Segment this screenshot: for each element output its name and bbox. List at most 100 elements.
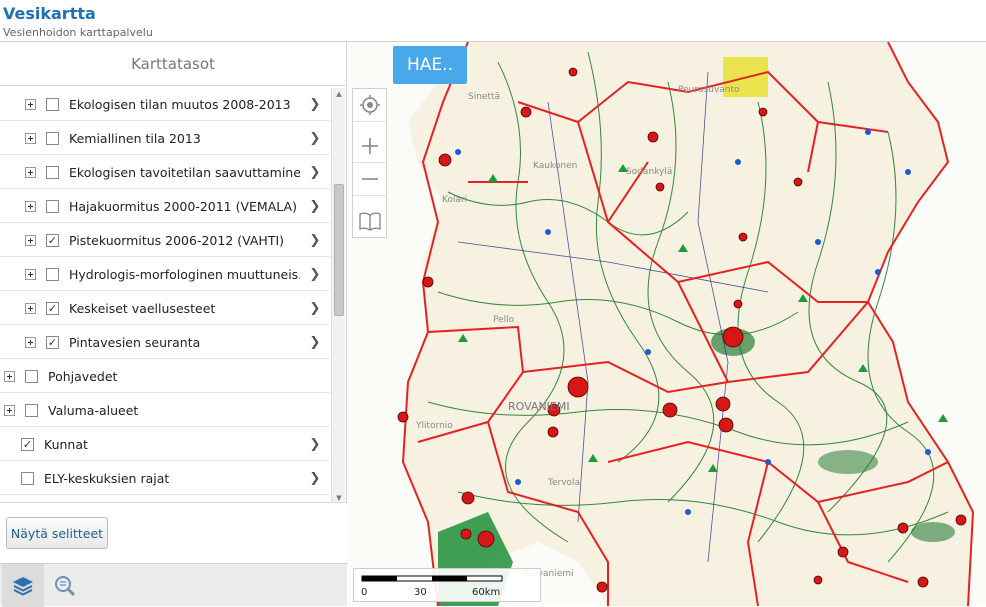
layer-checkbox[interactable] bbox=[46, 97, 59, 111]
expand-icon[interactable] bbox=[25, 132, 36, 144]
legend-book-icon bbox=[358, 212, 381, 231]
layer-row[interactable]: Hydrologis-morfologinen muuttuneis... ❯ bbox=[0, 258, 330, 291]
map-view[interactable]: ROVANIEMI Sodankylä Kaukonen Kolari Ylit… bbox=[348, 42, 986, 606]
layer-row[interactable]: ✓ Kunnat ❯ bbox=[0, 428, 330, 461]
layer-checkbox[interactable]: ✓ bbox=[21, 437, 34, 451]
chevron-right-icon[interactable]: ❯ bbox=[300, 335, 330, 350]
layer-checkbox[interactable] bbox=[25, 369, 38, 383]
layer-label: Kunnat bbox=[44, 436, 88, 452]
svg-text:Kolari: Kolari bbox=[442, 195, 467, 205]
layer-list-scrollbar[interactable]: ▲ ▼ bbox=[331, 88, 345, 504]
app-header: Vesikartta Vesienhoidon karttapalvelu bbox=[0, 0, 986, 42]
layer-label: Pintavesien seuranta bbox=[69, 334, 201, 350]
layer-row[interactable]: Kemiallinen tila 2013 ❯ bbox=[0, 122, 330, 155]
svg-text:Kaukonen: Kaukonen bbox=[533, 161, 577, 171]
legend-button-area: Näytä selitteet bbox=[0, 502, 347, 562]
layer-checkbox[interactable] bbox=[46, 131, 59, 145]
layer-row[interactable]: ELY-keskuksien rajat ❯ bbox=[0, 462, 330, 495]
locate-icon bbox=[359, 95, 380, 115]
layer-row[interactable]: ✓ Pintavesien seuranta ❯ bbox=[0, 326, 330, 359]
layer-checkbox[interactable] bbox=[46, 165, 59, 179]
search-map-icon bbox=[55, 575, 76, 596]
layer-label: Pohjavedet bbox=[48, 368, 118, 384]
scroll-thumb[interactable] bbox=[334, 184, 344, 316]
expand-icon[interactable] bbox=[25, 234, 36, 246]
chevron-right-icon[interactable]: ❯ bbox=[300, 437, 330, 452]
show-legend-button[interactable]: Näytä selitteet bbox=[6, 517, 108, 549]
app-subtitle: Vesienhoidon karttapalvelu bbox=[3, 26, 153, 39]
layer-checkbox[interactable] bbox=[46, 199, 59, 213]
map-canvas[interactable]: ROVANIEMI Sodankylä Kaukonen Kolari Ylit… bbox=[348, 42, 986, 606]
toolbar-gap bbox=[353, 122, 386, 130]
chevron-right-icon[interactable]: ❯ bbox=[300, 165, 330, 180]
svg-text:Ylitornio: Ylitornio bbox=[415, 421, 453, 431]
layer-label: ELY-keskuksien rajat bbox=[44, 470, 170, 486]
layer-row[interactable]: Ekologisen tavoitetilan saavuttamine... … bbox=[0, 156, 330, 189]
scale-bar: 0 30 60km bbox=[353, 568, 541, 602]
layer-label: Keskeiset vaellusesteet bbox=[69, 300, 216, 316]
search-button[interactable]: HAE.. bbox=[393, 46, 467, 84]
expand-icon[interactable] bbox=[25, 98, 36, 110]
map-toolbar bbox=[352, 88, 387, 238]
layer-label: Kemiallinen tila 2013 bbox=[69, 130, 201, 146]
layer-checkbox[interactable] bbox=[21, 471, 34, 485]
svg-text:Pello: Pello bbox=[493, 315, 515, 325]
toolbar-gap bbox=[353, 196, 386, 204]
chevron-right-icon[interactable]: ❯ bbox=[300, 97, 330, 112]
expand-icon[interactable] bbox=[25, 268, 36, 280]
expand-icon[interactable] bbox=[4, 370, 15, 382]
layer-label: Hydrologis-morfologinen muuttuneis... bbox=[69, 266, 300, 282]
chevron-right-icon[interactable]: ❯ bbox=[300, 471, 330, 486]
zoom-out-icon bbox=[361, 178, 378, 180]
layer-label: Valuma-alueet bbox=[48, 402, 139, 418]
layer-label: Ekologisen tavoitetilan saavuttamine... bbox=[69, 164, 300, 180]
zoom-out-button[interactable] bbox=[353, 163, 386, 196]
zoom-in-icon bbox=[361, 138, 378, 154]
layers-tab[interactable] bbox=[2, 564, 44, 607]
layer-label: Ekologisen tilan muutos 2008-2013 bbox=[69, 96, 291, 112]
panel-title: Karttatasot bbox=[0, 42, 346, 86]
svg-text:Peurasuvanto: Peurasuvanto bbox=[678, 85, 740, 95]
layer-checkbox[interactable] bbox=[25, 403, 38, 417]
chevron-right-icon[interactable]: ❯ bbox=[300, 301, 330, 316]
svg-text:Sodankylä: Sodankylä bbox=[626, 167, 672, 177]
scale-label-0: 0 bbox=[361, 587, 368, 598]
layer-sidebar: Karttatasot Ekologisen tilan muutos 2008… bbox=[0, 42, 347, 607]
expand-icon[interactable] bbox=[25, 166, 36, 178]
chevron-right-icon[interactable]: ❯ bbox=[300, 233, 330, 248]
layer-label: Pistekuormitus 2006-2012 (VAHTI) bbox=[69, 232, 285, 248]
svg-text:Sinettä: Sinettä bbox=[468, 92, 500, 102]
chevron-right-icon[interactable]: ❯ bbox=[300, 131, 330, 146]
scale-label-60: 60km bbox=[472, 587, 501, 598]
scale-bar-graphic bbox=[361, 575, 503, 582]
layers-icon bbox=[13, 576, 33, 596]
scroll-up-icon[interactable]: ▲ bbox=[332, 88, 346, 100]
layer-row[interactable]: Hajakuormitus 2000-2011 (VEMALA) ❯ bbox=[0, 190, 330, 223]
layer-checkbox[interactable] bbox=[46, 267, 59, 281]
expand-icon[interactable] bbox=[25, 302, 36, 314]
svg-text:ROVANIEMI: ROVANIEMI bbox=[508, 400, 570, 413]
layer-checkbox[interactable]: ✓ bbox=[46, 301, 59, 315]
zoom-in-button[interactable] bbox=[353, 130, 386, 163]
layer-list: Ekologisen tilan muutos 2008-2013 ❯ Kemi… bbox=[0, 88, 330, 504]
expand-icon[interactable] bbox=[25, 200, 36, 212]
layer-label: Hajakuormitus 2000-2011 (VEMALA) bbox=[69, 198, 297, 214]
expand-icon[interactable] bbox=[25, 336, 36, 348]
search-map-tab[interactable] bbox=[44, 564, 86, 607]
svg-text:Tervola: Tervola bbox=[547, 478, 580, 488]
layer-checkbox[interactable]: ✓ bbox=[46, 335, 59, 349]
scale-label-30: 30 bbox=[414, 587, 427, 598]
layer-checkbox[interactable]: ✓ bbox=[46, 233, 59, 247]
layer-row[interactable]: ✓ Pistekuormitus 2006-2012 (VAHTI) ❯ bbox=[0, 224, 330, 257]
expand-icon[interactable] bbox=[4, 404, 15, 416]
chevron-right-icon[interactable]: ❯ bbox=[300, 199, 330, 214]
layer-row[interactable]: Pohjavedet ❯ bbox=[0, 360, 330, 393]
layer-row[interactable]: ✓ Keskeiset vaellusesteet ❯ bbox=[0, 292, 330, 325]
layer-row[interactable]: Valuma-alueet ❯ bbox=[0, 394, 330, 427]
chevron-right-icon[interactable]: ❯ bbox=[300, 267, 330, 282]
bottom-tabs bbox=[0, 563, 347, 607]
legend-book-button[interactable] bbox=[353, 204, 386, 237]
layer-row[interactable]: Ekologisen tilan muutos 2008-2013 ❯ bbox=[0, 88, 330, 121]
app-title[interactable]: Vesikartta bbox=[3, 4, 96, 23]
locate-button[interactable] bbox=[353, 89, 386, 122]
